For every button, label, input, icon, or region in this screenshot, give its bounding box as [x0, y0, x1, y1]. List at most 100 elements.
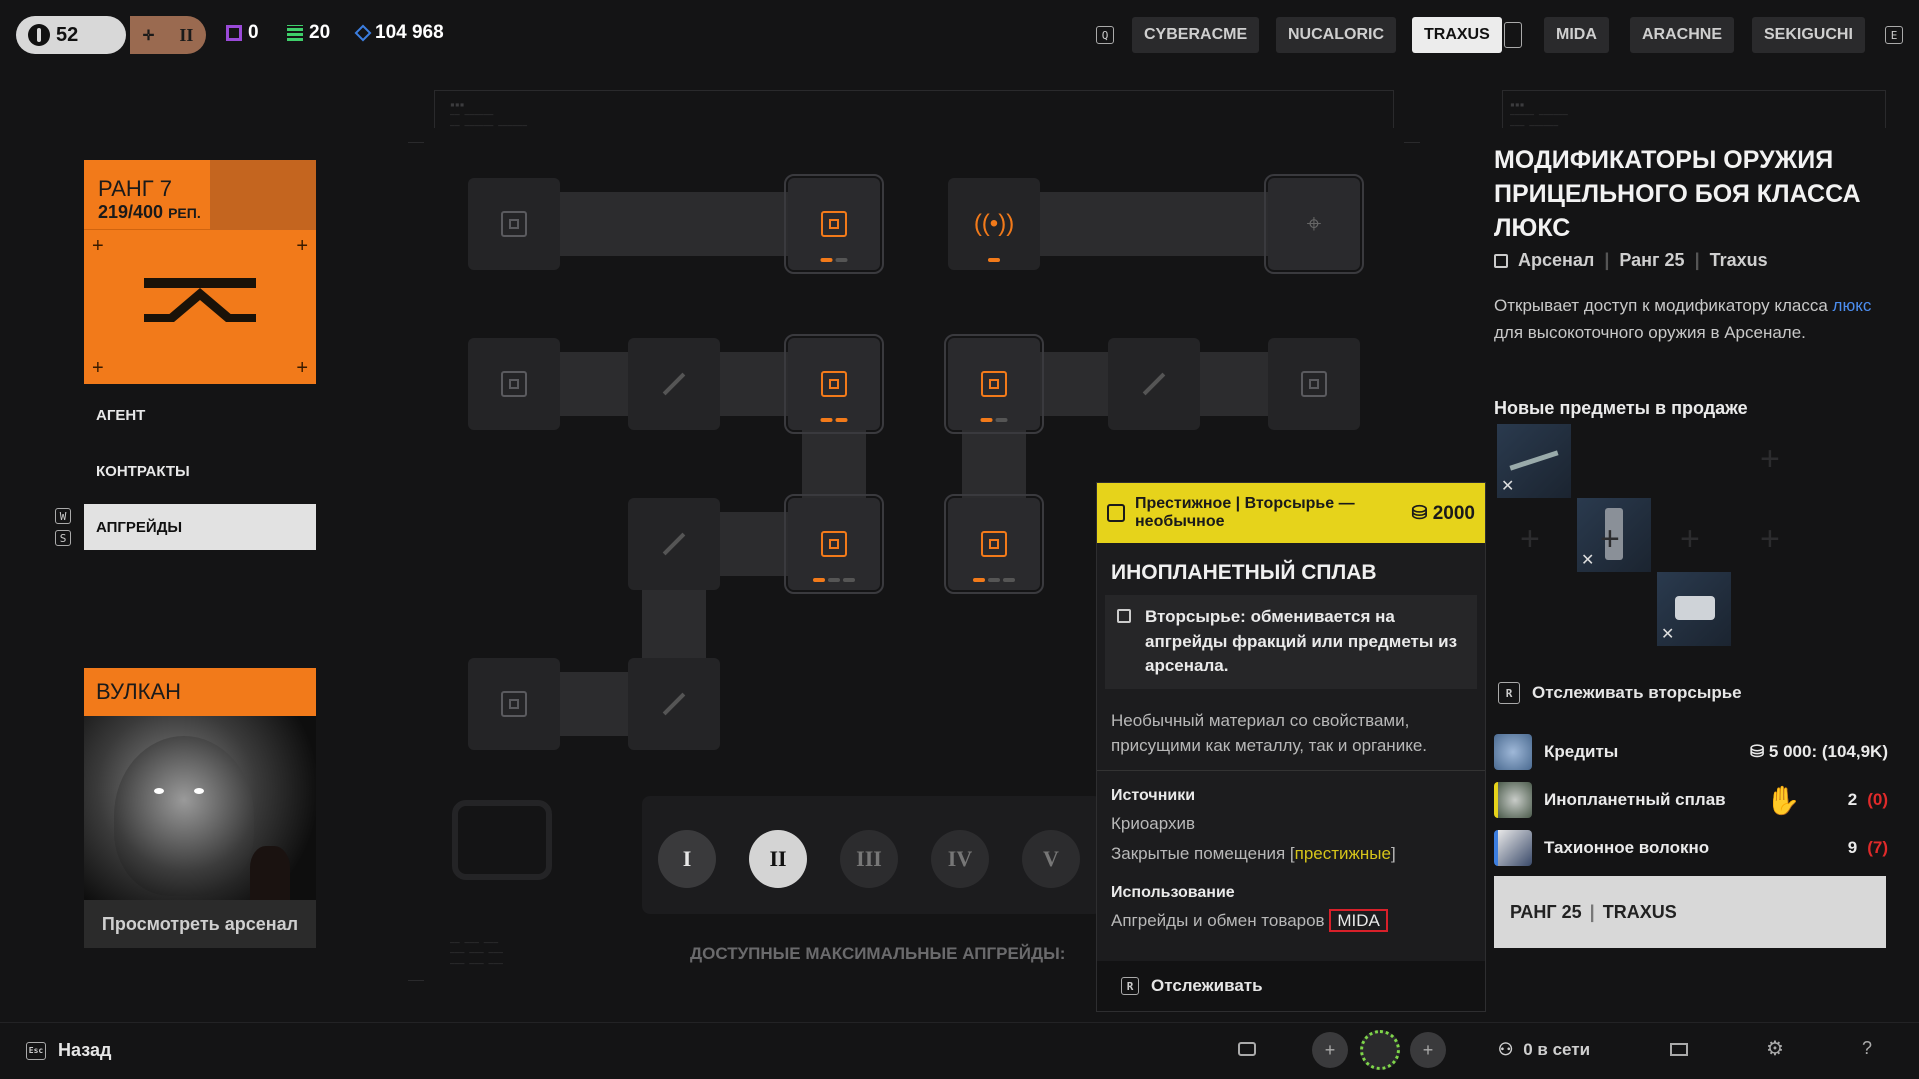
arsenal-icon [1494, 253, 1508, 268]
tab-mida[interactable]: MIDA [1544, 17, 1609, 53]
credits-icon [1494, 734, 1532, 770]
resource-row-alien-alloy: Инопланетный сплав ✋ 2 (0) [1494, 780, 1888, 820]
close-icon: ✕ [1501, 478, 1515, 495]
crosshair-icon: ⌖ [1306, 208, 1322, 238]
box-icon [226, 25, 242, 41]
tab-arachne[interactable]: ARACHNE [1630, 17, 1734, 53]
player-level-pill[interactable]: 52 [16, 16, 126, 54]
upgrade-node[interactable] [468, 658, 560, 750]
vulkan-title: ВУЛКАН [84, 668, 316, 716]
menu-agent[interactable]: АГЕНТ [84, 392, 316, 438]
crosshair-icon: ✛ [142, 26, 155, 43]
upgrade-node[interactable] [628, 338, 720, 430]
upgrade-node[interactable] [628, 498, 720, 590]
tier-2-button[interactable]: II [749, 830, 807, 888]
recycle-icon [1117, 609, 1131, 623]
view-arsenal-button[interactable]: Просмотреть арсенал [84, 900, 316, 948]
stack-icon [287, 25, 303, 41]
tab-sekiguchi[interactable]: SEKIGUCHI [1752, 17, 1865, 53]
alloy-icon [1494, 782, 1532, 818]
vulkan-portrait [84, 716, 316, 900]
help-icon[interactable]: ? [1862, 1038, 1872, 1059]
shop-item[interactable]: ✕ [1497, 424, 1571, 498]
tooltip-source: Криоархив [1111, 814, 1196, 834]
upgrade-node[interactable] [944, 494, 1044, 594]
upgrade-title: МОДИФИКАТОРЫ ОРУЖИЯ ПРИЦЕЛЬНОГО БОЯ КЛАС… [1494, 146, 1861, 242]
player-level: 52 [56, 23, 79, 46]
tab-cyberacme[interactable]: CYBERACME [1132, 17, 1260, 53]
add-party-button[interactable]: + [1410, 1032, 1446, 1068]
tier-1-button[interactable]: I [658, 830, 716, 888]
mida-highlight: MIDA [1329, 909, 1388, 933]
tree-frame-top [434, 90, 1394, 128]
tooltip-rarity: Престижное | Вторсырье — необычное [1135, 494, 1355, 530]
upgrade-node[interactable] [1268, 338, 1360, 430]
rank-title: РАНГ 7 [98, 176, 173, 201]
chip-icon [501, 691, 527, 717]
tooltip-track-button[interactable]: R Отслеживать [1097, 961, 1485, 1011]
rank-rep: 219/400 РЕП. [98, 202, 201, 222]
upgrade-node[interactable]: ((•)) [948, 178, 1040, 270]
luxe-link[interactable]: люкс [1833, 296, 1872, 315]
online-friends[interactable]: ⚇ 0 в сети [1498, 1040, 1590, 1060]
tree-connector [556, 192, 796, 256]
vulkan-card[interactable]: ВУЛКАН Просмотреть арсенал [84, 668, 316, 948]
pencil-icon [662, 692, 686, 716]
upgrade-node[interactable] [1108, 338, 1200, 430]
key-e-hint: E [1885, 26, 1903, 44]
tree-connector [556, 672, 636, 736]
menu-contracts[interactable]: КОНТРАКТЫ [84, 448, 316, 494]
upgrade-node[interactable] [784, 334, 884, 434]
pencil-icon [662, 532, 686, 556]
back-button[interactable]: Esc Назад [26, 1040, 111, 1061]
rank-requirement-button[interactable]: РАНГ 25 | TRAXUS [1494, 876, 1886, 948]
traxus-logo-icon [144, 278, 256, 322]
rank-roman: II [179, 24, 194, 45]
track-recycle-button[interactable]: R Отслеживать вторсырье [1498, 682, 1742, 704]
key-s-hint: S [55, 530, 71, 546]
tooltip-description: Необычный материал со свойствами, присущ… [1097, 689, 1485, 772]
chip-icon [501, 211, 527, 237]
upgrade-node[interactable] [944, 334, 1044, 434]
upgrade-node[interactable] [468, 338, 560, 430]
chip-icon [821, 371, 847, 397]
credits-value: 104 968 [375, 22, 444, 43]
tab-traxus[interactable]: TRAXUS [1412, 17, 1502, 53]
right-micro-text: ▪▪▪ ————— —————— ——— —————— [1510, 100, 1568, 130]
faction-rank-card[interactable]: РАНГ 7 219/400 РЕП. + + + + [84, 160, 316, 384]
settings-gear-icon[interactable]: ⚙ [1766, 1036, 1784, 1061]
close-icon: ✕ [1581, 552, 1595, 569]
resource-row-tachyon-fiber: Тахионное волокно 9 (7) [1494, 828, 1888, 868]
tooltip-header: Престижное | Вторсырье — необычное ⛁ 200… [1097, 483, 1485, 543]
tooltip-source: Закрытые помещения [престижные] [1111, 843, 1396, 863]
add-party-button[interactable]: + [1312, 1032, 1348, 1068]
party-avatar[interactable] [1360, 1030, 1400, 1070]
mail-icon[interactable] [1670, 1043, 1688, 1056]
hand-cursor-icon: ✋ [1765, 784, 1801, 816]
tier-5-button[interactable]: V [1022, 830, 1080, 888]
pencil-icon [662, 372, 686, 396]
tree-micro-text: —— ——— ——— ——— ——— ——— ——— ——— ——— [450, 938, 503, 968]
upgrade-node[interactable]: ⌖ [1264, 174, 1364, 274]
key-w-hint: W [55, 508, 71, 524]
upgrade-node[interactable] [628, 658, 720, 750]
upgrade-node[interactable] [468, 178, 560, 270]
tooltip-cost: ⛁ 2000 [1411, 502, 1475, 524]
tree-connector [1036, 192, 1276, 256]
tab-nucaloric[interactable]: NUCALORIC [1276, 17, 1396, 53]
tier-3-button[interactable]: III [840, 830, 898, 888]
menu-upgrades[interactable]: АПГРЕЙДЫ [84, 504, 316, 550]
upgrade-node[interactable] [784, 174, 884, 274]
chat-icon[interactable] [1238, 1042, 1256, 1056]
tier-4-button[interactable]: IV [931, 830, 989, 888]
upgrade-node[interactable] [784, 494, 884, 594]
player-rank-pill[interactable]: ✛ II [130, 16, 206, 54]
shop-item[interactable]: ✕ [1657, 572, 1731, 646]
fiber-icon [1494, 830, 1532, 866]
pencil-icon [1142, 372, 1166, 396]
marathon-watermark-icon [452, 800, 552, 880]
chip-icon [821, 211, 847, 237]
bookmark-icon[interactable] [1504, 22, 1522, 48]
key-esc-hint: Esc [26, 1041, 46, 1060]
stat-credits: 104 968 [354, 22, 444, 44]
